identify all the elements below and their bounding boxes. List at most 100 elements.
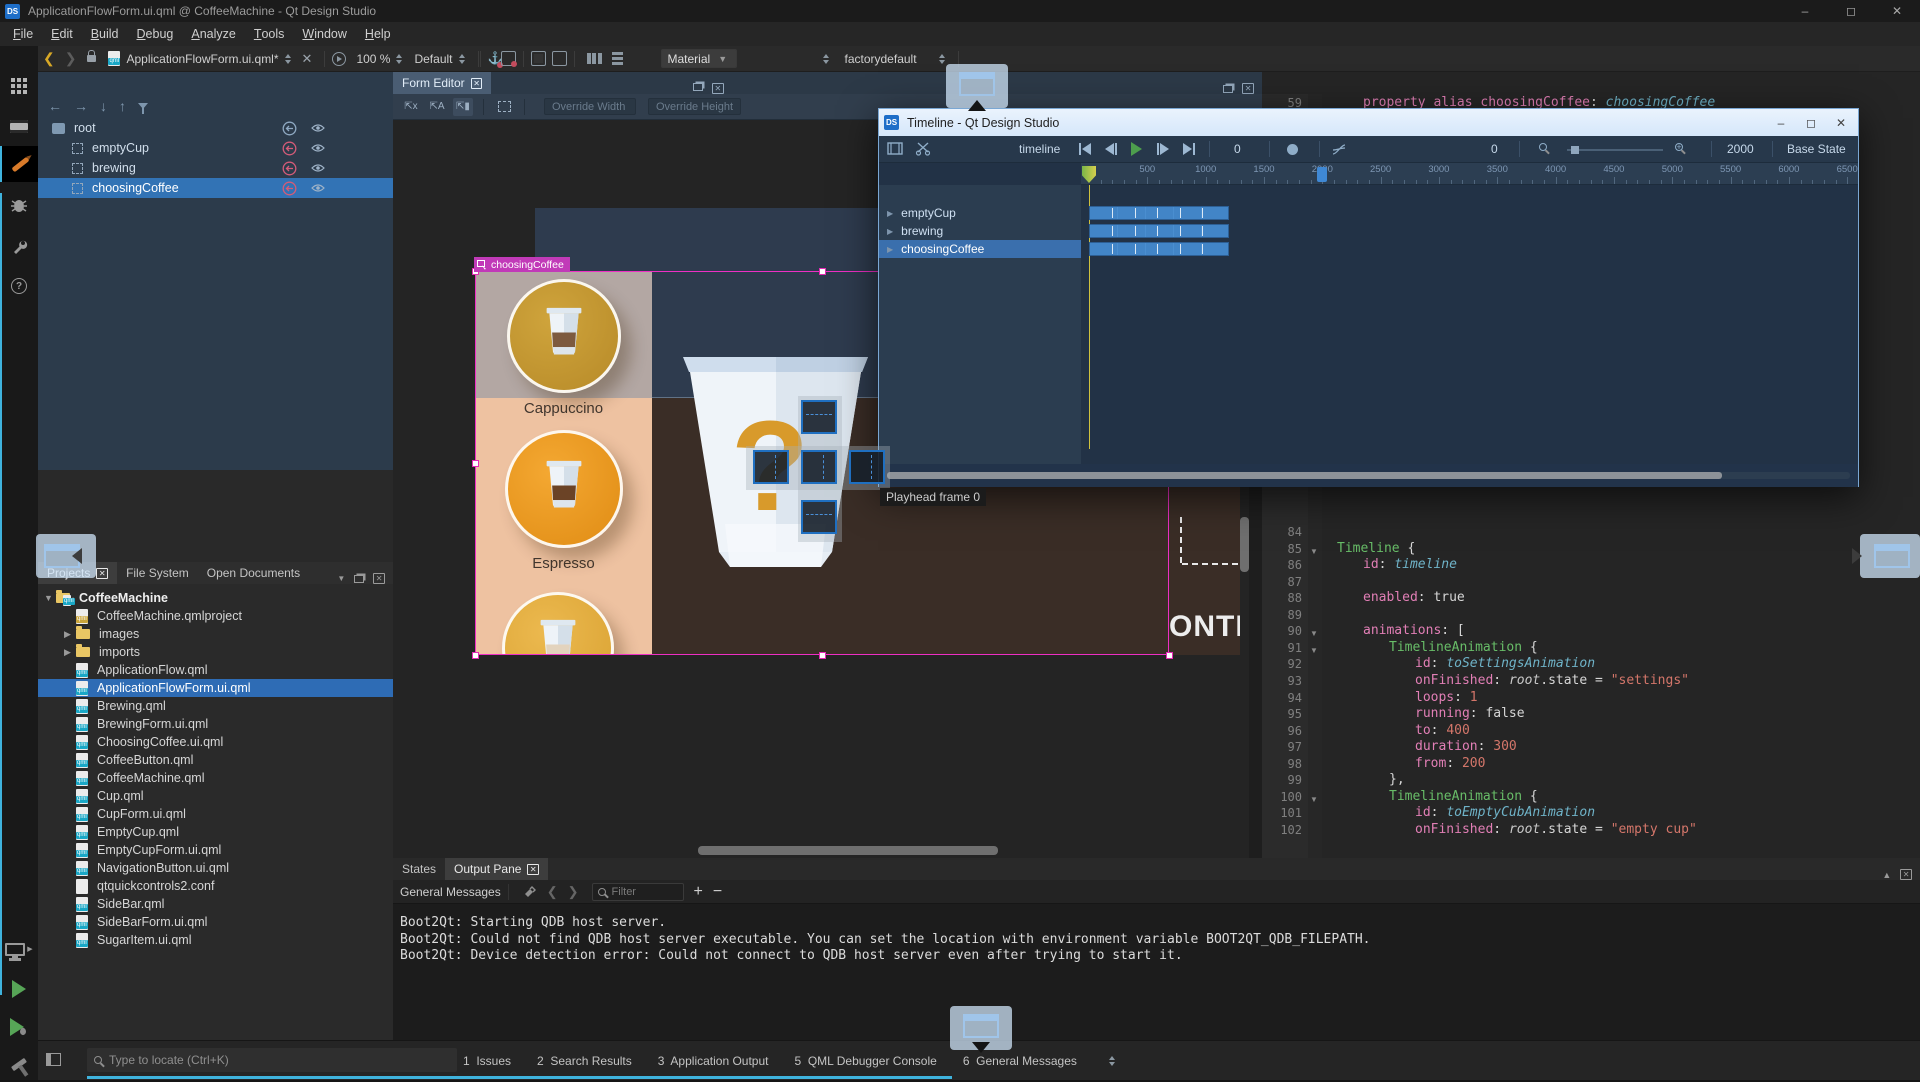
close-tab-icon[interactable]: ✕ [471,78,483,89]
window-close-button[interactable]: ✕ [1826,112,1856,134]
end-frame-field[interactable]: 2000 [1727,142,1754,156]
menu-tools[interactable]: Tools [245,22,294,46]
override-width-field[interactable]: Override Width [544,98,636,115]
grid-layout-icon[interactable] [633,52,646,65]
record-button[interactable] [1287,144,1298,155]
navigator-item-brewing[interactable]: brewing [38,158,393,178]
chevron-down-icon[interactable]: ▼ [337,574,345,583]
scissors-icon[interactable] [915,141,931,156]
selection-handle[interactable] [819,268,826,275]
navigator-item-emptyCup[interactable]: emptyCup [38,138,393,158]
snap-parent-button[interactable]: ⇱▮ [453,98,473,116]
show-bounds-button[interactable] [494,98,514,116]
timeline-settings-icon[interactable] [887,142,903,155]
eye-icon[interactable] [311,123,325,133]
tab-file-system[interactable]: File System [117,562,198,584]
pane-button-qml-debugger-console[interactable]: 5 QML Debugger Console [795,1054,937,1068]
file-Brewing.qml[interactable]: Brewing.qml [38,697,393,715]
timeline-section-bar[interactable] [1089,206,1229,220]
mode-help-button[interactable]: ? [0,268,38,304]
fold-marker-icon[interactable]: ▼ [1310,643,1318,659]
frame-export-icon[interactable] [501,51,516,66]
export-icon[interactable] [282,141,297,156]
float-pane-icon[interactable] [1223,85,1233,93]
timeline-section-bar[interactable] [1089,224,1229,238]
override-height-field[interactable]: Override Height [648,98,741,115]
export-icon[interactable] [282,121,297,136]
selection-handle[interactable] [1166,652,1173,659]
export-icon[interactable] [282,161,297,176]
filter-icon[interactable] [138,103,148,109]
output-filter-input[interactable]: Filter [592,883,684,901]
keyframe-marker[interactable] [1202,244,1203,254]
menu-edit[interactable]: Edit [42,22,82,46]
bounds-icon[interactable] [531,51,546,66]
run-button[interactable] [0,971,38,1007]
close-pane-icon[interactable]: ✕ [373,573,385,584]
style-spinner[interactable] [459,54,465,64]
move-up-icon[interactable]: ↑ [119,98,126,114]
tab-output-pane[interactable]: Output Pane✕ [445,858,548,880]
next-item-icon[interactable]: ❯ [568,884,579,900]
to-end-button[interactable] [1183,143,1195,155]
canvas-vscroll-thumb[interactable] [1240,517,1249,572]
close-tab-icon[interactable]: ✕ [527,864,539,875]
partial-continue-button[interactable]: ONTINUE [1169,610,1240,650]
play-button[interactable] [1131,142,1142,156]
timeline-track-brewing[interactable]: ▶ brewing [879,222,1081,240]
style-select[interactable]: Default [414,52,452,66]
expand-icon[interactable]: ▶ [64,647,76,658]
lock-icon[interactable] [87,55,96,62]
state-label[interactable]: Base State [1787,142,1846,156]
file-SideBarForm.ui.qml[interactable]: SideBarForm.ui.qml [38,913,393,931]
snap-frame-icon[interactable] [552,51,567,66]
tab-open-documents[interactable]: Open Documents [198,562,309,584]
playhead-marker[interactable] [1082,166,1096,183]
kit-selector-button[interactable]: ▶ [0,931,38,967]
pane-button-general-messages[interactable]: 6 General Messages [963,1054,1077,1068]
slider-handle[interactable] [1571,146,1579,154]
file-CoffeeMachine.qml[interactable]: CoffeeMachine.qml [38,769,393,787]
eye-icon[interactable] [311,163,325,173]
close-pane-icon[interactable]: ✕ [712,83,724,94]
keyframe-marker[interactable] [1180,244,1181,254]
previous-frame-button[interactable] [1105,143,1117,155]
tab-form-editor[interactable]: Form Editor✕ [393,72,491,94]
selection-handle[interactable] [472,460,479,467]
menu-file[interactable]: File [4,22,42,46]
navigator-item-choosingCoffee[interactable]: choosingCoffee [38,178,393,198]
file-images[interactable]: ▶images [38,625,393,643]
keyframe-marker[interactable] [1157,208,1158,218]
keyframe-marker[interactable] [1112,208,1113,218]
keyframe-marker[interactable] [1202,208,1203,218]
fold-marker-icon[interactable]: ▼ [1310,544,1318,560]
export-icon[interactable] [282,181,297,196]
timeline-titlebar[interactable]: DS Timeline - Qt Design Studio – ◻ ✕ [879,109,1858,136]
file-ApplicationFlowForm.ui.qml[interactable]: ApplicationFlowForm.ui.qml [38,679,393,697]
pane-button-application-output[interactable]: 3 Application Output [658,1054,769,1068]
zoom-in-icon[interactable]: + [1675,143,1683,151]
menu-analyze[interactable]: Analyze [182,22,244,46]
toggle-sidebar-icon[interactable] [46,1053,61,1066]
material-combo[interactable]: Material▼ [661,49,737,68]
selection-handle[interactable] [819,652,826,659]
menu-build[interactable]: Build [82,22,128,46]
menu-window[interactable]: Window [293,22,355,46]
timeline-hscroll-thumb[interactable] [887,472,1722,479]
snap-anchors-button[interactable]: ⇱A [427,98,447,116]
export-state-icon[interactable]: ⚓ [488,51,501,66]
move-down-icon[interactable]: ↓ [100,98,107,114]
curve-editor-icon[interactable] [1331,143,1347,156]
move-left-icon[interactable]: ← [48,98,62,114]
window-minimize-button[interactable]: – [1782,0,1828,22]
zoom-in-icon[interactable]: + [694,883,703,901]
next-frame-button[interactable] [1157,143,1169,155]
navigator-item-root[interactable]: root [38,118,393,138]
debug-run-button[interactable] [0,1009,38,1045]
locator-input[interactable]: Type to locate (Ctrl+K) [87,1048,457,1072]
document-spinner[interactable] [285,54,291,64]
timeline-window[interactable]: DS Timeline - Qt Design Studio – ◻ ✕ tim… [878,108,1859,487]
timeline-zoom-slider[interactable] [1567,149,1663,151]
close-pane-icon[interactable]: ✕ [1900,869,1912,880]
timeline-name[interactable]: timeline [1019,142,1060,156]
